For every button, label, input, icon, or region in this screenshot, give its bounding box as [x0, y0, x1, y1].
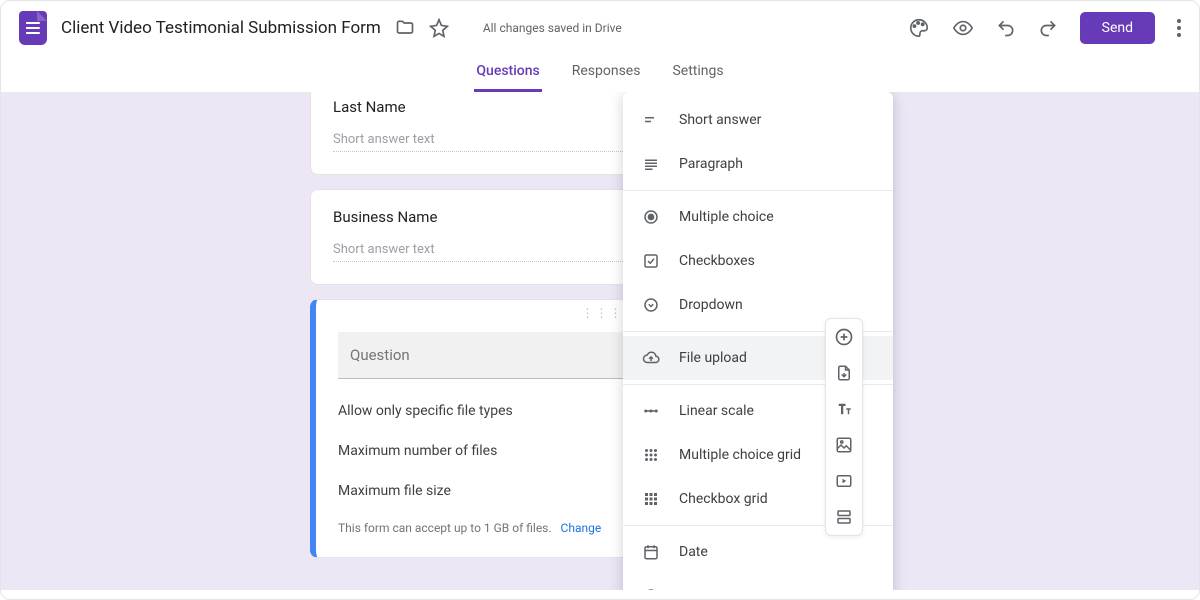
date-icon [641, 542, 661, 562]
header-actions: Send [908, 12, 1181, 44]
dropdown-icon [641, 295, 661, 315]
type-option-label: Linear scale [679, 403, 754, 419]
redo-icon[interactable] [1038, 18, 1058, 38]
save-status: All changes saved in Drive [483, 21, 622, 35]
import-questions-icon[interactable] [832, 361, 856, 385]
type-option-checkboxes[interactable]: Checkboxes [623, 239, 893, 283]
short-answer-placeholder: Short answer text [333, 132, 627, 152]
max-files-label: Maximum number of files [338, 443, 497, 459]
allow-filetypes-label: Allow only specific file types [338, 403, 513, 419]
side-toolbar [825, 318, 863, 536]
add-video-icon[interactable] [832, 469, 856, 493]
type-option-multiple-choice[interactable]: Multiple choice [623, 195, 893, 239]
linear-scale-icon [641, 401, 661, 421]
multiple-choice-icon [641, 207, 661, 227]
type-option-label: Checkboxes [679, 253, 755, 269]
add-title-icon[interactable] [832, 397, 856, 421]
type-option-label: File upload [679, 350, 747, 366]
star-icon[interactable] [429, 18, 449, 38]
tab-questions[interactable]: Questions [474, 55, 541, 92]
type-option-date[interactable]: Date [623, 530, 893, 574]
paragraph-icon [641, 154, 661, 174]
app-header: Client Video Testimonial Submission Form… [1, 1, 1199, 55]
add-image-icon[interactable] [832, 433, 856, 457]
more-menu-icon[interactable] [1177, 19, 1181, 37]
view-tabs: Questions Responses Settings [1, 55, 1199, 92]
short-answer-placeholder: Short answer text [333, 242, 627, 262]
short-answer-icon [641, 110, 661, 130]
checkboxes-icon [641, 251, 661, 271]
cb-grid-icon [641, 489, 661, 509]
form-canvas: Last Name Short answer text Business Nam… [1, 92, 1199, 590]
type-option-label: Multiple choice [679, 209, 774, 225]
type-option-short-answer[interactable]: Short answer [623, 98, 893, 142]
add-question-icon[interactable] [832, 325, 856, 349]
type-option-label: Multiple choice grid [679, 447, 801, 463]
type-option-label: Checkbox grid [679, 491, 768, 507]
change-storage-link[interactable]: Change [561, 521, 602, 535]
type-option-paragraph[interactable]: Paragraph [623, 142, 893, 186]
type-option-label: Time [679, 588, 710, 590]
drag-handle-icon[interactable]: ⋮⋮⋮ [582, 306, 624, 320]
max-size-label: Maximum file size [338, 483, 451, 499]
add-section-icon[interactable] [832, 505, 856, 529]
form-title[interactable]: Client Video Testimonial Submission Form [61, 18, 381, 38]
theme-icon[interactable] [908, 17, 930, 39]
time-icon [641, 586, 661, 590]
file-upload-icon [641, 348, 661, 368]
send-button[interactable]: Send [1080, 12, 1155, 44]
forms-logo-icon [19, 11, 47, 45]
preview-icon[interactable] [952, 17, 974, 39]
type-option-label: Short answer [679, 112, 761, 128]
type-option-label: Date [679, 544, 708, 560]
move-to-folder-icon[interactable] [395, 18, 415, 38]
undo-icon[interactable] [996, 18, 1016, 38]
type-option-label: Dropdown [679, 297, 743, 313]
type-option-time[interactable]: Time [623, 574, 893, 590]
tab-responses[interactable]: Responses [570, 55, 643, 92]
mc-grid-icon [641, 445, 661, 465]
app-frame: Client Video Testimonial Submission Form… [0, 0, 1200, 600]
tab-settings[interactable]: Settings [670, 55, 725, 92]
type-option-label: Paragraph [679, 156, 743, 172]
